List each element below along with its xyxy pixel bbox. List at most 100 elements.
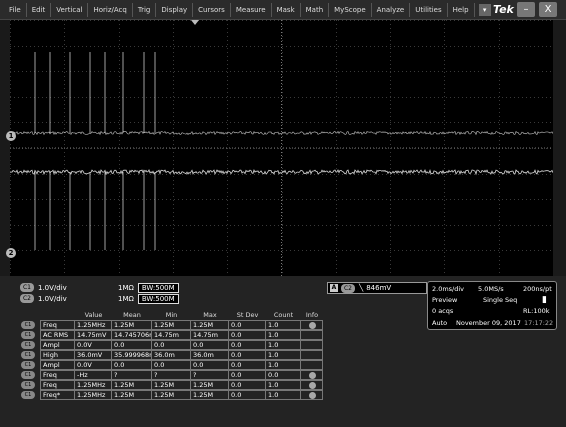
measurement-source-badge: C1: [21, 391, 35, 399]
menu-dropdown-button[interactable]: ▾: [478, 3, 491, 16]
measurement-source-badge: C1: [21, 331, 35, 339]
table-row[interactable]: C1 Freq -Hz??? 0.0 0.0: [18, 370, 323, 380]
measurement-max: 1.25M: [191, 390, 229, 400]
measurement-st-dev: 0.0: [229, 390, 266, 400]
menu-items: File Edit Vertical Horiz/Acq Trig Display Curs…: [0, 0, 475, 19]
measurement-max: 1.25M: [191, 320, 229, 330]
menu-analyze[interactable]: Analyze: [372, 2, 411, 17]
header-max: Max: [203, 311, 217, 319]
measurement-value: 14.75mV: [75, 330, 112, 340]
measurement-name: AC RMS: [40, 330, 75, 340]
measurement-count: 1.0: [266, 340, 301, 350]
table-row[interactable]: C1 AC RMS 14.75mV 14.745706m 14.75m 14.75m 0.0…: [18, 330, 323, 340]
measurement-min: 36.0m: [152, 350, 191, 360]
measurement-mean: 1.25M: [112, 320, 152, 330]
measurement-value: 0.0V: [75, 360, 112, 370]
measurement-count: 1.0: [266, 380, 301, 390]
menu-math[interactable]: Math: [301, 2, 330, 17]
menu-cursors[interactable]: Cursors: [193, 2, 231, 17]
menu-vertical[interactable]: Vertical: [51, 2, 89, 17]
header-st-dev: St Dev: [236, 311, 259, 319]
channel-2-scale: 1.0V/div: [38, 294, 67, 303]
measurement-max: 36.0m: [191, 350, 229, 360]
measurement-mean: 35.999968m: [112, 350, 152, 360]
table-row[interactable]: C1 Ampl 0.0V 0.0 0.0 0.0 0.0 1.0: [18, 360, 323, 370]
measurement-name: Freq: [40, 370, 75, 380]
table-row[interactable]: C1 Freq 1.25MHz 1.25M 1.25M 1.25M 0.0 1.0: [18, 380, 323, 390]
table-row[interactable]: C1 Freq 1.25MHz 1.25M 1.25M 1.25M 0.0 1.0: [18, 320, 323, 330]
info-icon[interactable]: [309, 321, 316, 329]
info-icon[interactable]: [309, 381, 316, 389]
sample-rate: 5.0MS/s: [478, 285, 504, 293]
auto-label: Auto: [432, 319, 448, 327]
menu-edit[interactable]: Edit: [27, 2, 52, 17]
channel-2-readout[interactable]: C2 1.0V/div 1MΩ BW:500M: [20, 293, 179, 304]
measurement-min: 0.0: [152, 340, 191, 350]
measurement-min: 1.25M: [152, 380, 191, 390]
run-indicator-icon: ▮: [542, 295, 547, 305]
channel-1-scale: 1.0V/div: [38, 283, 67, 292]
channel-2-badge: C2: [20, 294, 34, 303]
menu-horiz-acq[interactable]: Horiz/Acq: [88, 2, 133, 17]
channel-1-impedance: 1MΩ: [118, 283, 134, 292]
measurement-max: 0.0: [191, 360, 229, 370]
acquisition-readout[interactable]: 2.0ms/div 5.0MS/s 200ns/pt Preview Singl…: [427, 281, 557, 330]
measurement-st-dev: 0.0: [229, 360, 266, 370]
measurement-name: Freq: [40, 320, 75, 330]
measurement-count: 1.0: [266, 320, 301, 330]
measurement-mean: ?: [112, 370, 152, 380]
menu-bar: File Edit Vertical Horiz/Acq Trig Display Curs…: [0, 0, 566, 20]
measurement-mean: 0.0: [112, 340, 152, 350]
measurement-max: ?: [191, 370, 229, 380]
measurement-table-header: Value Mean Min Max St Dev Count Info: [18, 310, 323, 320]
measurement-mean: 1.25M: [112, 380, 152, 390]
waveform-display[interactable]: [10, 20, 553, 276]
measurement-min: 0.0: [152, 360, 191, 370]
measurement-min: 14.75m: [152, 330, 191, 340]
measurement-value: -Hz: [75, 370, 112, 380]
menu-myscope[interactable]: MyScope: [329, 2, 372, 17]
menu-utilities[interactable]: Utilities: [410, 2, 448, 17]
info-icon[interactable]: [309, 371, 316, 379]
channel-1-readout[interactable]: C1 1.0V/div 1MΩ BW:500M: [20, 282, 179, 293]
measurement-name: High: [40, 350, 75, 360]
trigger-position-marker[interactable]: [191, 20, 199, 25]
measurement-count: 0.0: [266, 370, 301, 380]
menu-trig[interactable]: Trig: [133, 2, 157, 17]
header-min: Min: [165, 311, 178, 319]
measurement-info: [301, 380, 323, 390]
record-length: RL:100k: [523, 307, 550, 315]
channel-2-bandwidth: BW:500M: [137, 293, 179, 304]
trigger-mode-badge: A: [330, 284, 338, 292]
measurement-source-badge: C1: [21, 351, 35, 359]
menu-mask[interactable]: Mask: [272, 2, 301, 17]
acquisition-time: 17:17:22: [524, 319, 554, 327]
measurement-name: Freq*: [40, 390, 75, 400]
acquisition-mode: Preview: [432, 296, 458, 304]
header-count: Count: [273, 311, 294, 319]
header-info: Info: [305, 311, 319, 319]
table-row[interactable]: C1 High 36.0mV 35.999968m 36.0m 36.0m 0.0 1.0: [18, 350, 323, 360]
trigger-readout[interactable]: A C2 ╲ 846mV: [327, 282, 427, 294]
waveform-graticule: [10, 20, 553, 276]
channel-2-marker[interactable]: 2: [6, 248, 16, 258]
acquisition-date: November 09, 2017: [456, 319, 521, 327]
measurement-value: 1.25MHz: [75, 320, 112, 330]
info-icon[interactable]: [309, 391, 316, 399]
minimize-button[interactable]: –: [517, 2, 535, 17]
menu-file[interactable]: File: [4, 2, 27, 17]
measurement-table[interactable]: Value Mean Min Max St Dev Count Info C1 F…: [18, 310, 323, 400]
measurement-info: [301, 350, 323, 360]
close-button[interactable]: X: [539, 2, 557, 17]
table-row[interactable]: C1 Freq* 1.25MHz 1.25M 1.25M 1.25M 0.0 1.0: [18, 390, 323, 400]
measurement-source-badge: C1: [21, 381, 35, 389]
menu-display[interactable]: Display: [156, 2, 194, 17]
measurement-mean: 1.25M: [112, 390, 152, 400]
acquisition-count: 0 acqs: [432, 307, 454, 315]
channel-1-marker[interactable]: 1: [6, 131, 16, 141]
table-row[interactable]: C1 Ampl 0.0V 0.0 0.0 0.0 0.0 1.0: [18, 340, 323, 350]
measurement-source-badge: C1: [21, 321, 35, 329]
menu-measure[interactable]: Measure: [231, 2, 272, 17]
trigger-slope-icon: ╲: [359, 284, 364, 292]
menu-help[interactable]: Help: [448, 2, 475, 17]
